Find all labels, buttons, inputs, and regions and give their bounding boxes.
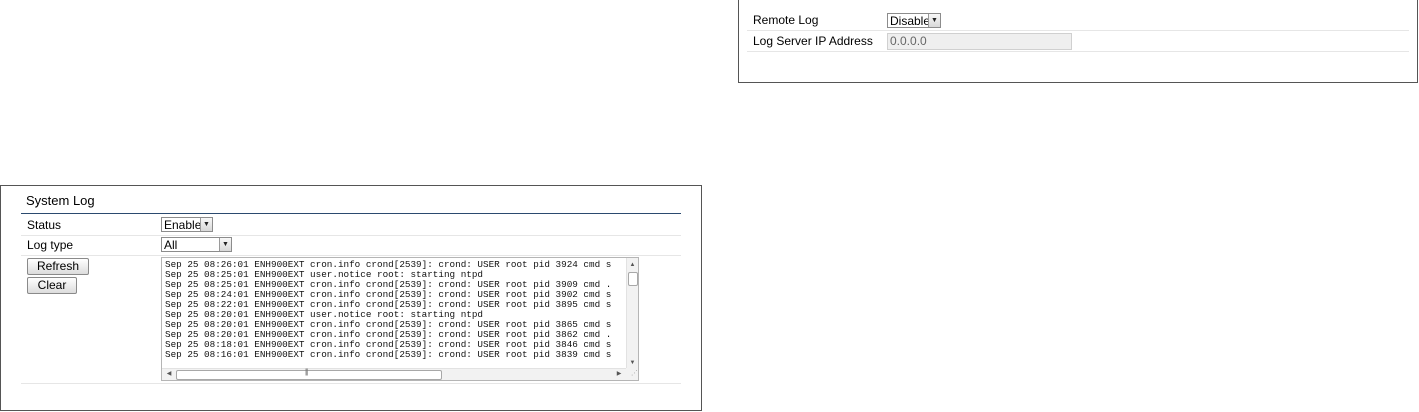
remote-log-select[interactable]: Disable ▼: [887, 13, 941, 28]
resize-grip-icon[interactable]: ⋰: [626, 368, 638, 380]
remote-log-panel: Remote Log Disable ▼ Log Server IP Addre…: [738, 0, 1418, 83]
status-row: Status Enable ▼: [21, 215, 681, 236]
log-line: Sep 25 08:20:01 ENH900EXT cron.info cron…: [165, 320, 612, 330]
remote-log-label: Remote Log: [753, 13, 819, 27]
scroll-right-arrow-icon[interactable]: ▶: [614, 369, 624, 380]
chevron-down-icon: ▼: [928, 14, 940, 27]
log-textarea[interactable]: Sep 25 08:26:01 ENH900EXT cron.info cron…: [161, 257, 639, 381]
log-type-label: Log type: [27, 238, 74, 252]
title-divider: [21, 213, 681, 214]
scroll-left-arrow-icon[interactable]: ◀: [164, 369, 174, 380]
horizontal-scroll-thumb[interactable]: |||: [176, 369, 442, 380]
remote-log-row: Remote Log Disable ▼: [747, 11, 1409, 31]
status-select[interactable]: Enable ▼: [161, 217, 213, 232]
scroll-grip-icon: |||: [305, 369, 309, 376]
log-type-value: All: [164, 238, 178, 252]
log-type-select[interactable]: All ▼: [161, 237, 232, 252]
scroll-down-arrow-icon[interactable]: ▼: [627, 358, 638, 368]
log-server-ip-row: Log Server IP Address 0.0.0.0: [747, 32, 1409, 52]
log-lines: Sep 25 08:26:01 ENH900EXT cron.info cron…: [165, 260, 620, 368]
status-label: Status: [27, 218, 62, 232]
log-line: Sep 25 08:24:01 ENH900EXT cron.info cron…: [165, 290, 612, 300]
log-line: Sep 25 08:18:01 ENH900EXT cron.info cron…: [165, 340, 612, 350]
log-server-ip-label: Log Server IP Address: [753, 34, 873, 48]
vertical-scrollbar[interactable]: ▲ ▼: [626, 258, 638, 368]
status-value: Enable: [164, 218, 202, 232]
log-server-ip-input[interactable]: 0.0.0.0: [887, 33, 1072, 50]
log-line: Sep 25 08:25:01 ENH900EXT user.notice ro…: [165, 270, 484, 280]
system-log-panel: System Log Status Enable ▼ Log type All …: [0, 185, 702, 411]
log-line: Sep 25 08:25:01 ENH900EXT cron.info cron…: [165, 280, 612, 290]
chevron-down-icon: ▼: [200, 218, 212, 231]
log-line: Sep 25 08:16:01 ENH900EXT cron.info cron…: [165, 350, 612, 360]
vertical-scroll-thumb[interactable]: [628, 272, 638, 286]
clear-button[interactable]: Clear: [27, 277, 77, 294]
panel-title: System Log: [26, 193, 95, 208]
log-type-row: Log type All ▼: [21, 235, 681, 256]
log-line: Sep 25 08:20:01 ENH900EXT cron.info cron…: [165, 330, 612, 340]
log-output-row: Refresh Clear Sep 25 08:26:01 ENH900EXT …: [21, 255, 681, 384]
refresh-button[interactable]: Refresh: [27, 258, 89, 275]
scroll-up-arrow-icon[interactable]: ▲: [627, 260, 638, 270]
horizontal-scrollbar[interactable]: ◀ ||| ▶: [162, 368, 626, 380]
log-line: Sep 25 08:26:01 ENH900EXT cron.info cron…: [165, 260, 612, 270]
remote-log-value: Disable: [890, 14, 931, 28]
chevron-down-icon: ▼: [219, 238, 231, 251]
log-line: Sep 25 08:22:01 ENH900EXT cron.info cron…: [165, 300, 612, 310]
log-line: Sep 25 08:20:01 ENH900EXT user.notice ro…: [165, 310, 484, 320]
